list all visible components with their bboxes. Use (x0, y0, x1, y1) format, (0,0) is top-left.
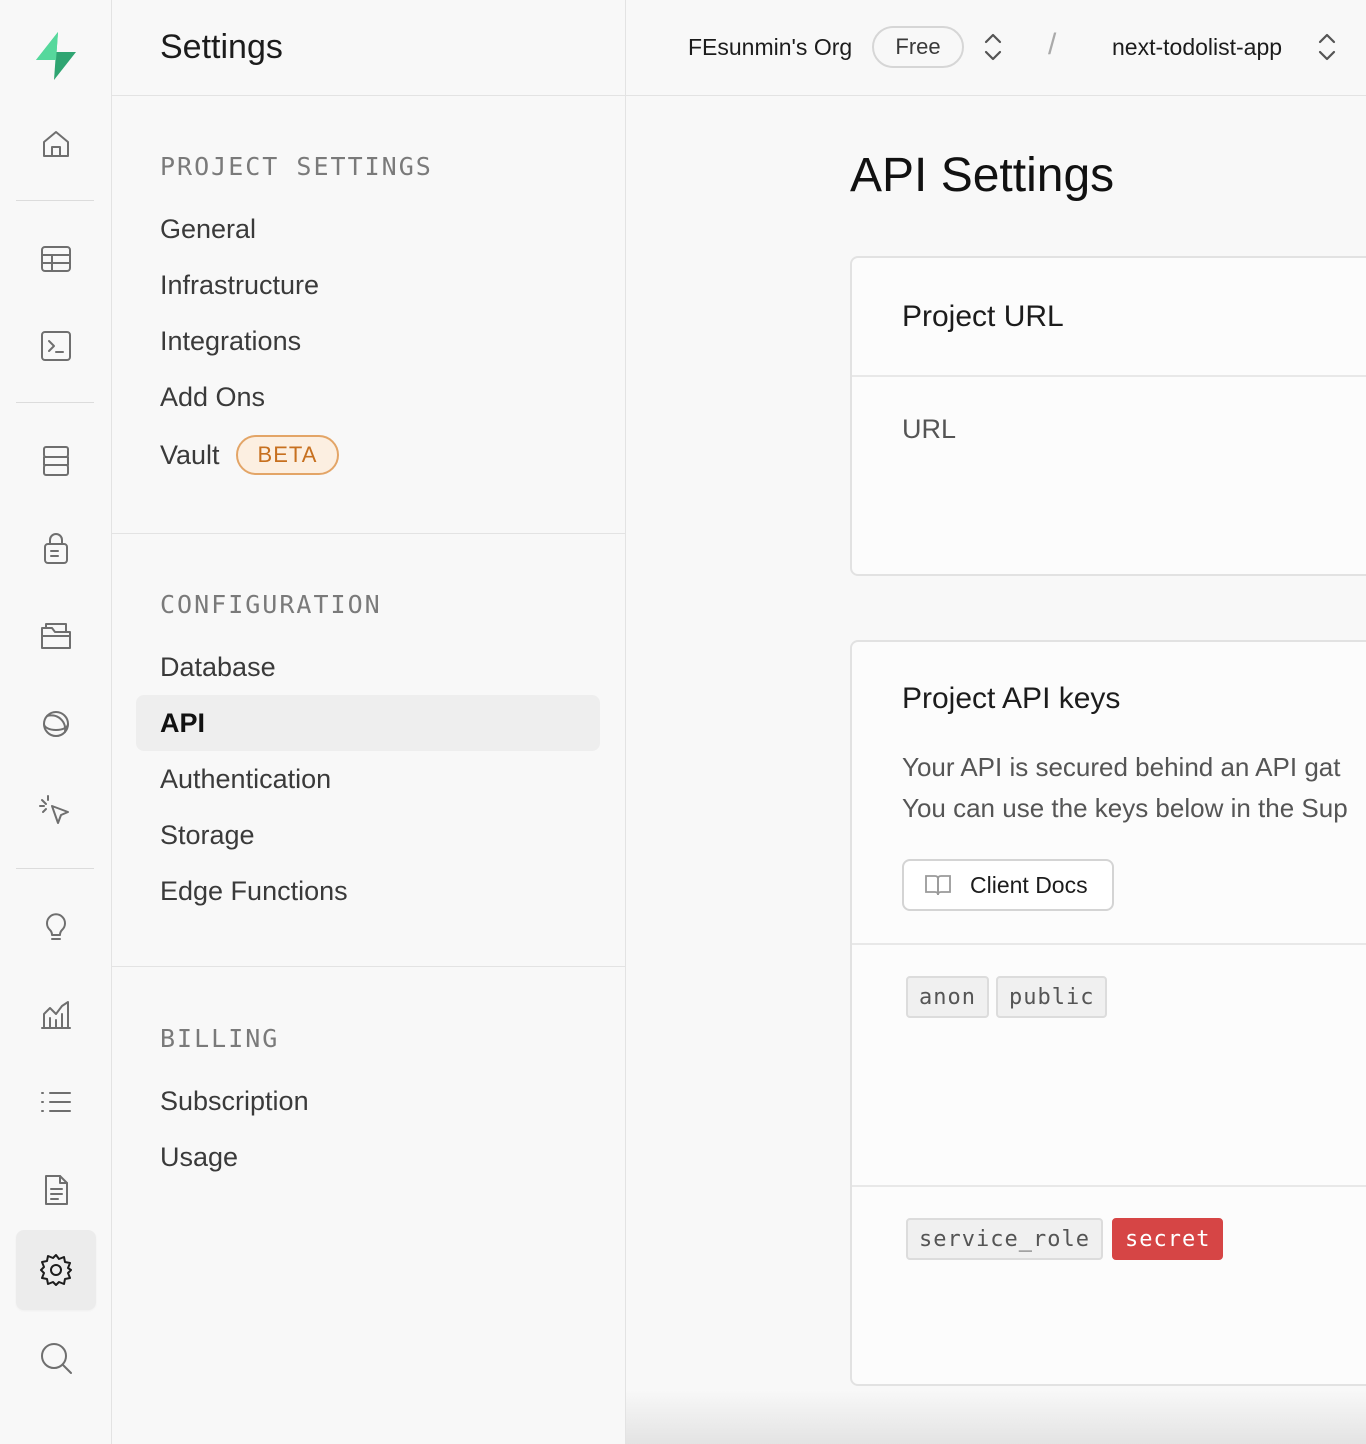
card-divider (852, 375, 1366, 377)
icon-rail (0, 0, 112, 1444)
menu-item-usage[interactable]: Usage (136, 1129, 600, 1185)
home-icon[interactable] (16, 104, 96, 184)
menu-item-general[interactable]: General (136, 201, 600, 257)
page-title: Settings (160, 28, 283, 66)
api-keys-description: Your API is secured behind an API gat (902, 752, 1341, 782)
api-settings-title: API Settings (850, 149, 1115, 202)
sql-editor-icon[interactable] (16, 306, 96, 386)
menu-item-label: Vault (160, 439, 220, 470)
advisors-icon[interactable] (16, 886, 96, 966)
card-title: Project API keys (902, 682, 1121, 715)
plan-badge: Free (872, 26, 964, 68)
storage-icon[interactable] (16, 596, 96, 676)
card-divider (852, 1185, 1366, 1187)
client-docs-label: Client Docs (970, 871, 1088, 898)
section-title: BILLING (160, 1024, 280, 1053)
top-bar: FEsunmin's Org Free / next-todolist-app (626, 0, 1366, 96)
project-switcher-chevron-icon[interactable] (1316, 30, 1338, 64)
reports-icon[interactable] (16, 974, 96, 1054)
service-role-key-tag: service_role (906, 1218, 1103, 1260)
api-docs-icon[interactable] (16, 1150, 96, 1230)
menu-item-edge-functions[interactable]: Edge Functions (136, 863, 600, 919)
secret-key-tag: secret (1112, 1218, 1224, 1260)
url-label: URL (902, 414, 957, 444)
project-name[interactable]: next-todolist-app (1112, 34, 1282, 61)
menu-item-storage[interactable]: Storage (136, 807, 600, 863)
bottom-shadow (626, 1390, 1366, 1444)
section-title: PROJECT SETTINGS (160, 152, 433, 181)
book-icon (925, 875, 951, 896)
settings-icon[interactable] (16, 1230, 96, 1310)
logs-icon[interactable] (16, 1062, 96, 1142)
menu-divider (112, 966, 625, 967)
rail-divider (16, 868, 94, 869)
menu-item-integrations[interactable]: Integrations (136, 313, 600, 369)
anon-key-tag: anon (906, 976, 989, 1018)
menu-item-authentication[interactable]: Authentication (136, 751, 600, 807)
menu-item-api[interactable]: API (136, 695, 600, 751)
client-docs-button[interactable]: Client Docs (902, 859, 1114, 911)
card-divider (852, 943, 1366, 945)
edge-functions-icon[interactable] (16, 772, 96, 852)
menu-item-add-ons[interactable]: Add Ons (136, 369, 600, 425)
realtime-icon[interactable] (16, 684, 96, 764)
breadcrumb-separator: / (1048, 28, 1057, 61)
authentication-icon[interactable] (16, 508, 96, 588)
menu-item-subscription[interactable]: Subscription (136, 1073, 600, 1129)
rail-divider (16, 200, 94, 201)
api-keys-description: You can use the keys below in the Sup (902, 793, 1348, 823)
search-icon[interactable] (16, 1318, 96, 1398)
supabase-logo-icon[interactable] (28, 28, 84, 84)
menu-item-database[interactable]: Database (136, 639, 600, 695)
card-title: Project URL (902, 300, 1064, 333)
org-switcher-chevron-icon[interactable] (982, 30, 1004, 64)
table-editor-icon[interactable] (16, 219, 96, 299)
beta-badge: BETA (235, 435, 340, 475)
project-url-card: Project URL URL (850, 256, 1366, 576)
menu-item-vault[interactable]: Vault BETA (136, 427, 600, 483)
menu-divider (112, 533, 625, 534)
settings-menu: PROJECT SETTINGS General Infrastructure … (112, 96, 626, 1444)
menu-item-infrastructure[interactable]: Infrastructure (136, 257, 600, 313)
public-key-tag: public (996, 976, 1108, 1018)
project-api-keys-card: Project API keys Your API is secured beh… (850, 640, 1366, 1386)
section-title: CONFIGURATION (160, 590, 382, 619)
settings-header: Settings (112, 0, 626, 96)
database-icon[interactable] (16, 421, 96, 501)
rail-divider (16, 402, 94, 403)
org-name[interactable]: FEsunmin's Org (688, 34, 852, 61)
